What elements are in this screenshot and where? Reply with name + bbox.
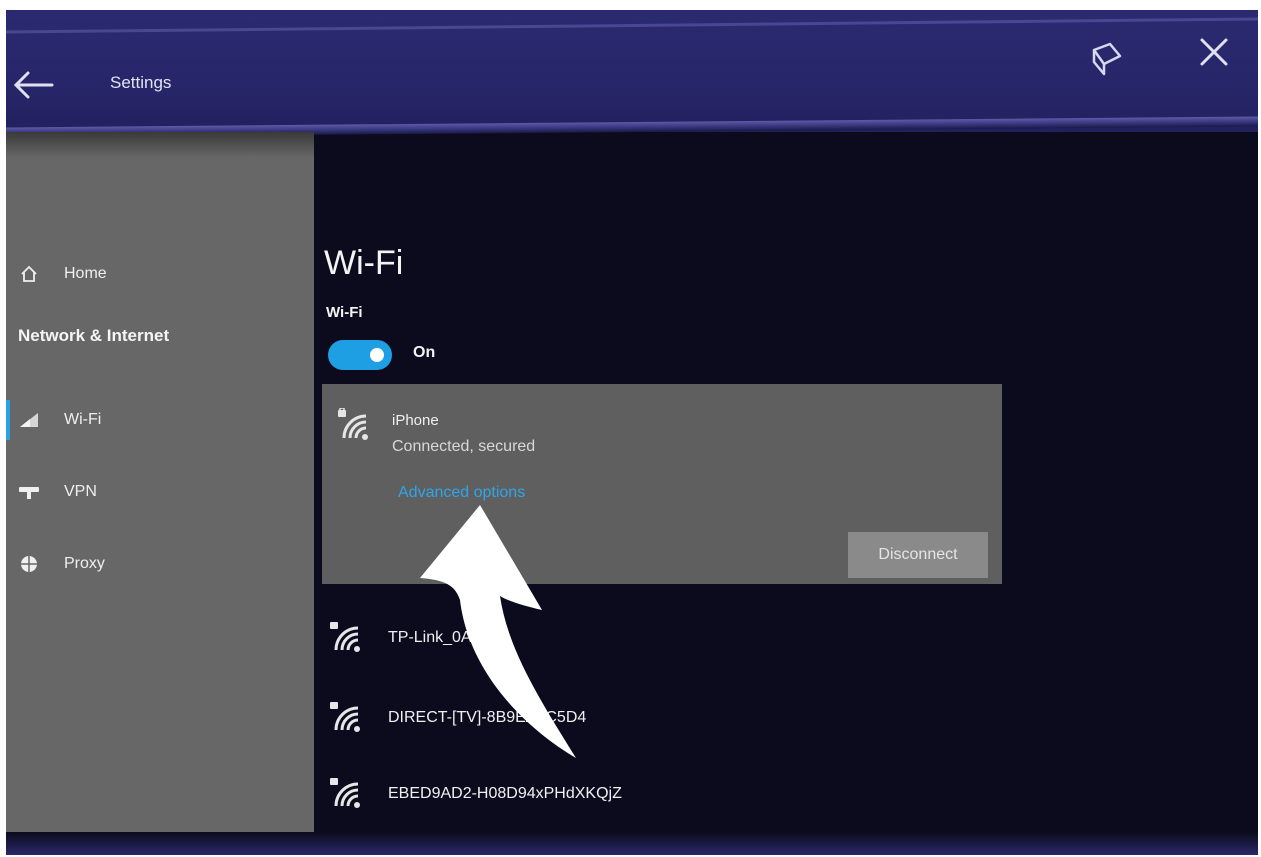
network-status: Connected, secured (392, 438, 536, 455)
secured-wifi-icon (338, 408, 368, 440)
wifi-toggle[interactable] (328, 340, 392, 370)
restore-button[interactable] (1084, 36, 1128, 80)
active-indicator (6, 400, 10, 440)
sidebar-item-label: Proxy (64, 555, 105, 572)
globe-icon (16, 554, 42, 574)
back-button[interactable] (10, 65, 56, 105)
close-icon (1200, 38, 1228, 66)
home-icon (16, 264, 42, 284)
title-bar-edge (6, 17, 1258, 34)
close-button[interactable] (1192, 30, 1236, 74)
network-list-name: EBED9AD2-H08D94xPHdXKQjZ (388, 785, 622, 802)
title-bar: Settings (6, 10, 1258, 138)
secured-wifi-icon (330, 622, 360, 652)
window-title: Settings (110, 73, 172, 92)
sidebar-shade (6, 132, 314, 158)
restore-icon (1092, 42, 1122, 76)
sidebar-item-home[interactable]: Home (16, 256, 107, 292)
settings-window: Settings Home Network & Internet Wi-Fi V… (6, 10, 1258, 855)
secured-wifi-icon (330, 702, 360, 732)
sidebar-home-label: Home (64, 265, 107, 282)
back-arrow-icon (13, 71, 54, 99)
sidebar-item-label: Wi-Fi (64, 411, 102, 428)
sidebar-item-wifi[interactable]: Wi-Fi (16, 402, 101, 438)
sidebar-item-vpn[interactable]: VPN (16, 474, 97, 510)
network-name: iPhone (392, 412, 439, 429)
network-list-item[interactable]: EBED9AD2-H08D94xPHdXKQjZ (328, 770, 968, 818)
page-title: Wi-Fi (324, 244, 404, 282)
sidebar-item-label: VPN (64, 483, 97, 500)
network-list-item[interactable]: DIRECT-[TV]-8B9EA0C5D4 (328, 694, 968, 742)
toggle-state-label: On (413, 344, 436, 361)
wifi-signal-icon (16, 411, 42, 429)
secured-wifi-icon (330, 778, 360, 808)
connected-network-card[interactable]: iPhone Connected, secured Advanced optio… (322, 384, 1002, 584)
main-content: Wi-Fi Wi-Fi On iPhone Connected, secured… (288, 132, 1258, 855)
wifi-toggle-label: Wi-Fi (326, 304, 363, 321)
window-bottom-edge (6, 832, 1258, 855)
sidebar-item-proxy[interactable]: Proxy (16, 546, 105, 582)
section-heading: Network & Internet (18, 326, 170, 345)
toggle-knob (370, 348, 384, 362)
advanced-options-link[interactable]: Advanced options (398, 484, 525, 502)
network-list-item[interactable]: TP-Link_0AF4 (328, 614, 968, 662)
sidebar: Home Network & Internet Wi-Fi VPN Proxy (6, 132, 314, 855)
disconnect-button[interactable]: Disconnect (848, 532, 988, 578)
network-list-name: DIRECT-[TV]-8B9EA0C5D4 (388, 709, 587, 726)
vpn-icon (16, 484, 42, 500)
network-list-name: TP-Link_0AF4 (388, 629, 491, 646)
